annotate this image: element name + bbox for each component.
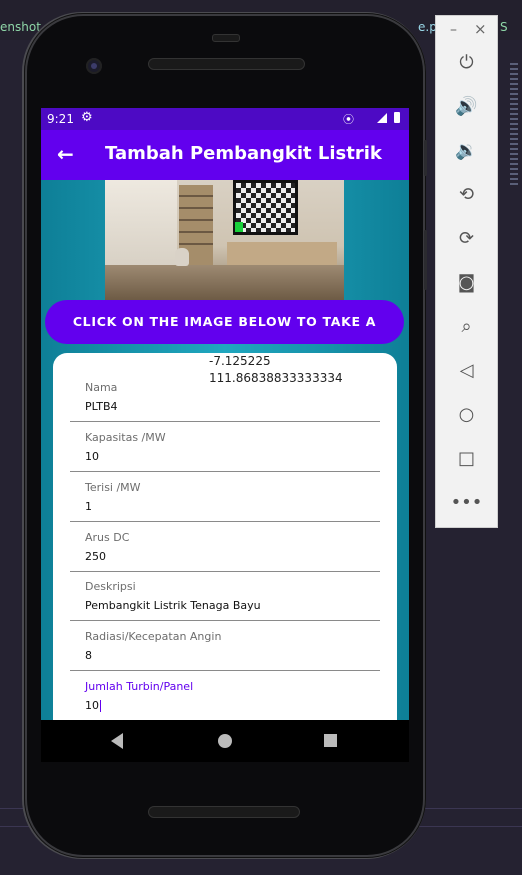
nav-home-icon[interactable] [218, 734, 232, 748]
form-content: CLICK ON THE IMAGE BELOW TO TAKE A PHOTO… [41, 180, 409, 720]
phone-speaker-top [148, 58, 305, 70]
phone-speaker-bottom [148, 806, 300, 818]
jumlah-turbin-text: 10 [85, 699, 99, 712]
arrow-left-icon[interactable]: ← [57, 142, 74, 166]
jumlah-turbin-label: Jumlah Turbin/Panel [85, 680, 194, 693]
nama-label: Nama [85, 381, 118, 394]
phone-screen: 9:21 ⚙ ⦿ ← Tambah Pembangkit Listrik CLI… [41, 108, 409, 720]
kapasitas-field[interactable]: Kapasitas /MW 10 [70, 421, 380, 472]
radiasi-field[interactable]: Radiasi/Kecepatan Angin 8 [70, 620, 380, 671]
nama-field[interactable]: Nama PLTB4 [70, 371, 380, 422]
back-icon[interactable]: ◁ [436, 358, 497, 384]
jumlah-turbin-field[interactable]: Jumlah Turbin/Panel 10 [70, 670, 380, 720]
close-button[interactable]: × [474, 20, 487, 38]
zoom-icon[interactable]: ⌕ [436, 314, 497, 340]
photo-dog [175, 248, 189, 266]
settings-gear-icon: ⚙ [81, 110, 93, 125]
photo-window [105, 180, 177, 265]
editor-tab-right-2[interactable]: S [500, 20, 508, 34]
arus-dc-field[interactable]: Arus DC 250 [70, 521, 380, 572]
take-photo-button[interactable]: CLICK ON THE IMAGE BELOW TO TAKE A PHOTO [45, 300, 404, 373]
signal-icon [377, 113, 387, 123]
radiasi-value[interactable]: 8 [85, 649, 92, 662]
kapasitas-value[interactable]: 10 [85, 450, 99, 463]
home-icon[interactable]: ○ [436, 402, 497, 428]
status-bar: 9:21 ⚙ ⦿ [41, 108, 409, 130]
rotate-left-icon[interactable]: ⟲ [436, 182, 497, 208]
jumlah-turbin-value[interactable]: 10 [85, 699, 101, 712]
location-icon: ⦿ [343, 113, 354, 126]
more-icon[interactable]: ••• [436, 490, 497, 516]
camera-icon[interactable]: ◙ [436, 270, 497, 296]
nav-back-icon[interactable] [111, 733, 123, 749]
deskripsi-value[interactable]: Pembangkit Listrik Tenaga Bayu [85, 599, 261, 612]
toolbar-window-controls: – × [436, 16, 497, 44]
latitude-text: -7.125225 [209, 354, 271, 368]
status-time: 9:21 [47, 112, 74, 126]
arus-dc-label: Arus DC [85, 531, 130, 544]
power-icon[interactable]: ⏻ [436, 50, 497, 76]
page-title: Tambah Pembangkit Listrik [105, 143, 382, 164]
volume-up-icon[interactable]: 🔊 [436, 94, 497, 120]
emulator-toolbar: – × ⏻ 🔊 🔉 ⟲ ⟳ ◙ ⌕ ◁ ○ □ ••• [435, 15, 498, 528]
text-caret [100, 700, 101, 712]
terisi-field[interactable]: Terisi /MW 1 [70, 471, 380, 522]
phone-sensor [212, 34, 240, 42]
code-minimap [510, 60, 522, 260]
arus-dc-value[interactable]: 250 [85, 550, 106, 563]
android-nav-bar [41, 720, 409, 762]
overview-icon[interactable]: □ [436, 446, 497, 472]
radiasi-label: Radiasi/Kecepatan Angin [85, 630, 222, 643]
photo-preview[interactable] [105, 180, 344, 300]
terisi-label: Terisi /MW [85, 481, 141, 494]
nav-recents-icon[interactable] [324, 734, 337, 747]
front-camera [86, 58, 102, 74]
rotate-right-icon[interactable]: ⟳ [436, 226, 497, 252]
kapasitas-label: Kapasitas /MW [85, 431, 166, 444]
photo-green-marker [235, 222, 243, 232]
phone-power-key[interactable] [424, 140, 427, 176]
app-bar: ← Tambah Pembangkit Listrik [41, 130, 409, 180]
deskripsi-field[interactable]: Deskripsi Pembangkit Listrik Tenaga Bayu [70, 570, 380, 621]
photo-floor [105, 265, 344, 300]
deskripsi-label: Deskripsi [85, 580, 136, 593]
nama-value[interactable]: PLTB4 [85, 400, 118, 413]
form-card: -7.125225 111.86838833333334 Nama PLTB4 … [53, 353, 397, 720]
editor-tab-left[interactable]: enshot [0, 20, 41, 34]
volume-down-icon[interactable]: 🔉 [436, 138, 497, 164]
battery-icon [394, 112, 400, 123]
minimize-button[interactable]: – [450, 22, 457, 38]
phone-volume-key[interactable] [424, 230, 427, 290]
terisi-value[interactable]: 1 [85, 500, 92, 513]
